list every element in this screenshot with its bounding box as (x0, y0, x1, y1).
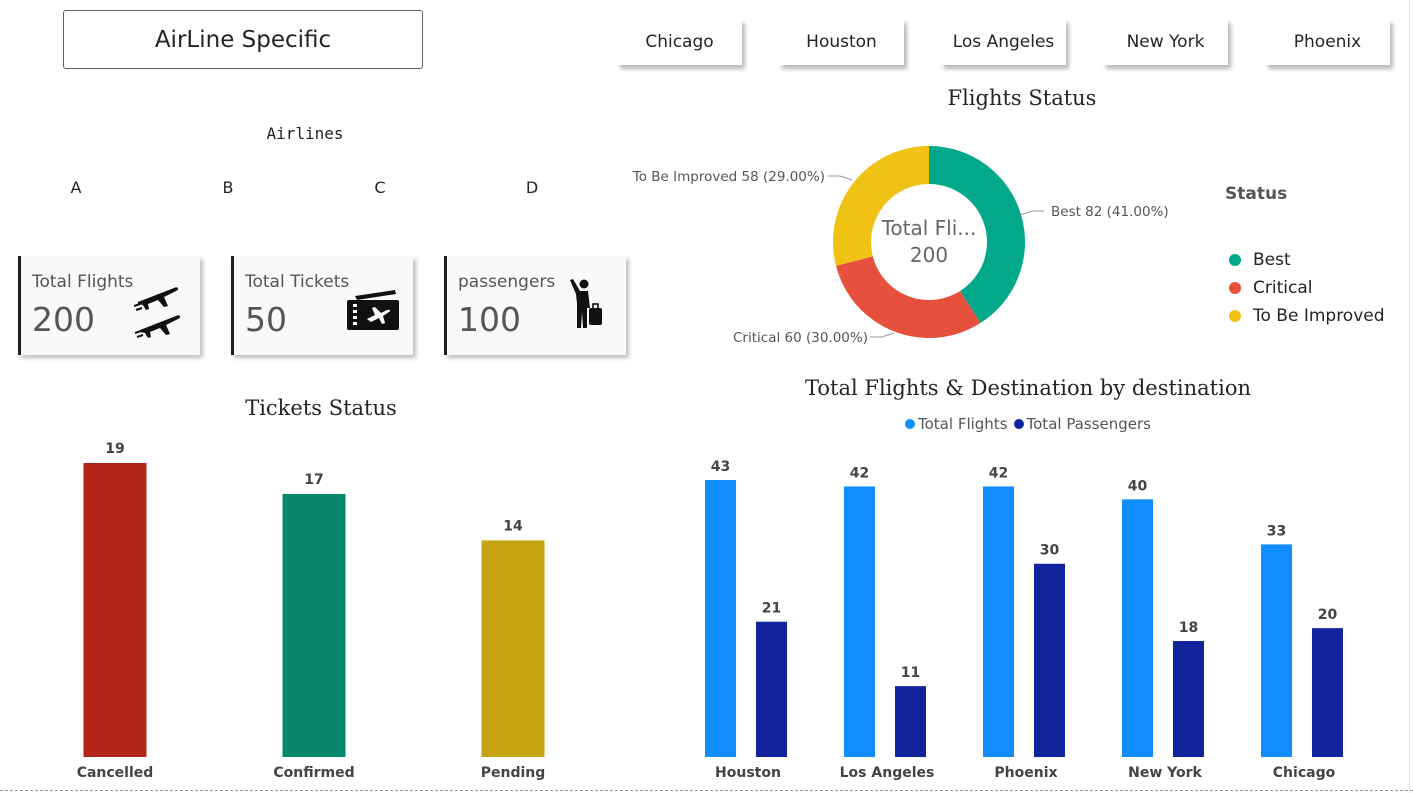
legend-label: Total Passengers (1026, 415, 1151, 433)
planes-icon (133, 280, 182, 342)
bottom-divider (0, 790, 1413, 791)
destination-legend: Total Flights Total Passengers (0, 415, 1413, 433)
data-label: 11 (901, 665, 920, 681)
city-button-new-york[interactable]: New York (1103, 19, 1228, 65)
data-label: 30 (1040, 543, 1060, 559)
legend-marker (1229, 254, 1241, 266)
tickets-status-chart: 19 Cancelled 17 Confirmed 14 Pending (77, 441, 546, 781)
x-tick-label: Houston (715, 765, 781, 781)
data-label: 42 (989, 465, 1008, 481)
ticket-icon (345, 290, 401, 336)
airlines-slicer-label: Airlines (266, 124, 344, 143)
city-button-los-angeles[interactable]: Los Angeles (941, 19, 1066, 65)
data-label: 40 (1128, 478, 1148, 494)
bar-flights-houston[interactable] (705, 480, 736, 757)
bar-passengers-chicago[interactable] (1312, 628, 1343, 757)
bar-passengers-houston[interactable] (756, 621, 787, 757)
kpi-label: passengers (458, 272, 556, 292)
x-tick-label: Phoenix (994, 765, 1057, 781)
callout-line (1019, 210, 1044, 216)
data-label: 21 (762, 601, 781, 617)
kpi-label: Total Flights (32, 272, 134, 292)
x-tick-label: Confirmed (273, 765, 354, 781)
callout-label-to-be-improved: To Be Improved 58 (29.00%) (632, 169, 825, 185)
x-tick-label: Pending (481, 765, 546, 781)
callout-line (870, 332, 895, 338)
flights-status-donut: Best 82 (41.00%) Critical 60 (30.00%) To B… (632, 146, 1169, 346)
legend-item-to-be-improved[interactable]: To Be Improved (1229, 302, 1385, 330)
bar-passengers-phoenix[interactable] (1034, 563, 1065, 757)
legend-item-best[interactable]: Best (1229, 246, 1385, 274)
kpi-card-total-tickets: Total Tickets 50 (231, 256, 413, 355)
callout-label-best: Best 82 (41.00%) (1051, 204, 1169, 220)
bar-flights-new-york[interactable] (1122, 499, 1153, 757)
x-tick-label: New York (1128, 765, 1202, 781)
bar-passengers-new-york[interactable] (1173, 641, 1204, 757)
city-button-phoenix[interactable]: Phoenix (1265, 19, 1390, 65)
airline-option-c[interactable]: C (365, 178, 395, 197)
right-edge-border (1409, 0, 1410, 793)
destination-chart-title: Total Flights & Destination by destinati… (805, 376, 1251, 400)
bar-flights-los-angeles[interactable] (844, 486, 875, 757)
legend-title: Status (1225, 184, 1288, 204)
legend-item-total-passengers[interactable]: Total Passengers (1013, 415, 1151, 433)
bar-pending[interactable] (481, 540, 545, 757)
x-tick-label: Cancelled (77, 765, 154, 781)
city-button-houston[interactable]: Houston (779, 19, 904, 65)
legend-label: To Be Improved (1253, 306, 1385, 326)
legend-marker (1229, 282, 1241, 294)
donut-center-value: 200 (910, 243, 948, 267)
data-label: 19 (105, 441, 124, 457)
legend-marker (1013, 419, 1024, 429)
data-label: 20 (1318, 607, 1338, 623)
bar-flights-chicago[interactable] (1261, 544, 1292, 757)
status-legend: Best Critical To Be Improved (1229, 246, 1385, 330)
kpi-label: Total Tickets (245, 272, 350, 292)
data-label: 18 (1179, 620, 1198, 636)
bar-cancelled[interactable] (83, 463, 147, 757)
airline-option-b[interactable]: B (213, 178, 243, 197)
kpi-value: 200 (32, 300, 95, 339)
airline-option-d[interactable]: D (517, 178, 547, 197)
data-label: 33 (1267, 523, 1286, 539)
legend-marker (1229, 310, 1241, 322)
bar-confirmed[interactable] (282, 493, 346, 757)
x-tick-label: Los Angeles (840, 765, 935, 781)
data-label: 17 (304, 472, 323, 488)
data-label: 42 (850, 465, 869, 481)
kpi-value: 100 (458, 300, 521, 339)
destination-chart: 43 21 Houston 42 11 Los Angeles 42 30 Phoenix 40 1… (705, 459, 1343, 781)
legend-marker (905, 419, 916, 429)
donut-center-label: Total Fli... (881, 216, 977, 240)
dashboard-title: AirLine Specific (63, 10, 423, 69)
data-label: 14 (503, 518, 523, 534)
data-label: 43 (711, 459, 730, 475)
callout-line (828, 175, 853, 181)
legend-label: Best (1253, 250, 1291, 270)
donut-slice-critical[interactable] (836, 256, 981, 338)
kpi-card-total-flights: Total Flights 200 (18, 256, 200, 355)
legend-item-critical[interactable]: Critical (1229, 274, 1385, 302)
traveler-icon (568, 278, 604, 334)
legend-label: Total Flights (918, 415, 1008, 433)
x-tick-label: Chicago (1273, 765, 1336, 781)
legend-label: Critical (1253, 278, 1313, 298)
city-button-chicago[interactable]: Chicago (617, 19, 742, 65)
bar-passengers-los-angeles[interactable] (895, 686, 926, 757)
kpi-card-passengers: passengers 100 (444, 256, 626, 355)
legend-item-total-flights[interactable]: Total Flights (905, 415, 1008, 433)
airline-option-a[interactable]: A (61, 178, 91, 197)
callout-label-critical: Critical 60 (30.00%) (733, 330, 868, 346)
bar-flights-phoenix[interactable] (983, 486, 1014, 757)
flights-status-title: Flights Status (947, 86, 1097, 110)
kpi-value: 50 (245, 300, 287, 339)
